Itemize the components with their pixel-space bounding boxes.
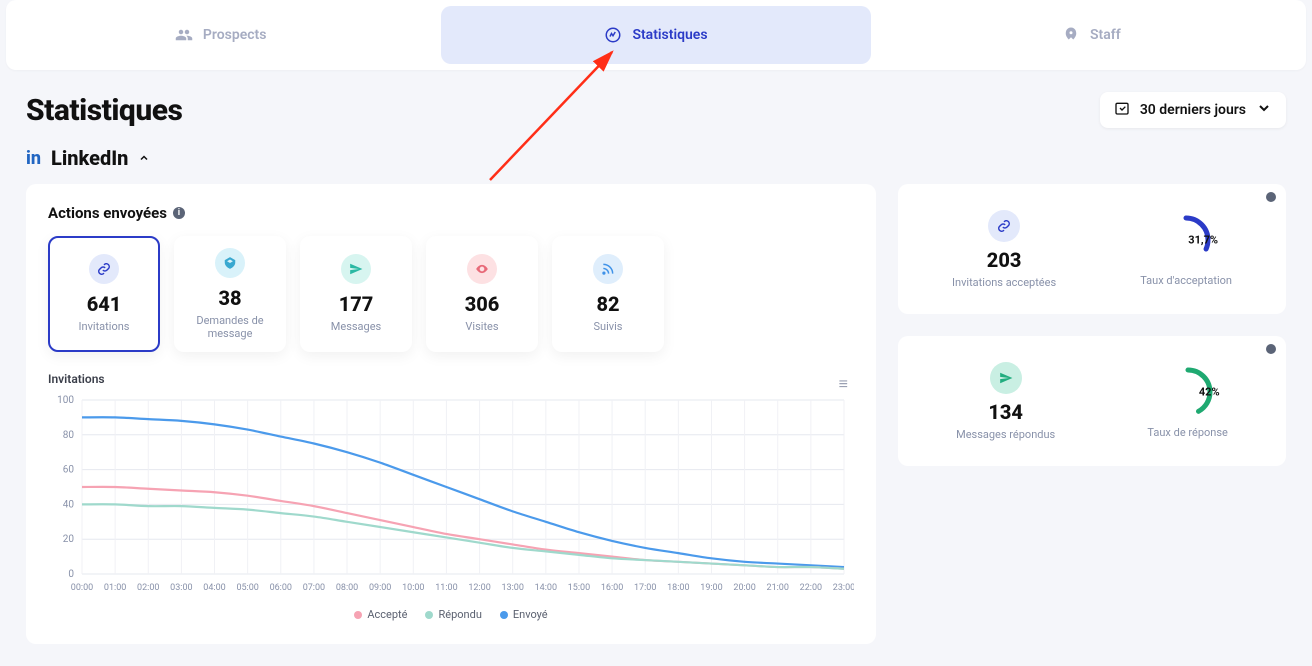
- date-range-label: 30 derniers jours: [1140, 102, 1246, 118]
- stat-acceptance: 203 Invitations acceptées 31,7% Taux d'a…: [898, 184, 1286, 314]
- send-icon: [990, 362, 1022, 394]
- chart-area: ≡ 02040608010000:0001:0002:0003:0004:000…: [48, 394, 854, 624]
- stat-value: 134: [988, 400, 1023, 424]
- card-label: Suivis: [594, 320, 623, 333]
- svg-text:11:00: 11:00: [435, 583, 457, 593]
- top-tabs: Prospects Statistiques Staff: [6, 0, 1306, 70]
- acceptance-gauge: 31,7%: [1158, 212, 1214, 268]
- svg-text:06:00: 06:00: [270, 583, 292, 593]
- svg-text:23:00: 23:00: [833, 583, 854, 593]
- card-invitations[interactable]: 641 Invitations: [48, 236, 160, 352]
- card-messages[interactable]: 177 Messages: [300, 236, 412, 352]
- calendar-forward-icon: [1114, 100, 1130, 120]
- card-value: 306: [465, 292, 500, 316]
- gauge-label: Taux d'acceptation: [1140, 274, 1232, 287]
- info-icon[interactable]: [1266, 192, 1276, 202]
- card-value: 38: [218, 286, 241, 310]
- page-title: Statistiques: [26, 93, 182, 128]
- svg-text:15:00: 15:00: [568, 583, 590, 593]
- svg-text:14:00: 14:00: [535, 583, 557, 593]
- svg-text:16:00: 16:00: [601, 583, 623, 593]
- gauge-label: Taux de réponse: [1147, 426, 1227, 439]
- chart-legend: Accepté Répondu Envoyé: [48, 598, 854, 621]
- stat-response: 134 Messages répondus 42% Taux de répons…: [898, 336, 1286, 466]
- svg-text:09:00: 09:00: [369, 583, 391, 593]
- inbox-icon: [215, 248, 245, 278]
- legend-responded: Répondu: [425, 608, 481, 621]
- svg-text:80: 80: [63, 430, 75, 441]
- svg-text:02:00: 02:00: [137, 583, 159, 593]
- svg-text:08:00: 08:00: [336, 583, 358, 593]
- tab-label: Staff: [1090, 27, 1121, 43]
- legend-sent: Envoyé: [500, 608, 548, 621]
- section-title: LinkedIn: [51, 146, 128, 170]
- analytics-icon: [604, 26, 622, 44]
- legend-accepted: Accepté: [354, 608, 407, 621]
- chevron-down-icon: [1256, 100, 1272, 120]
- svg-text:19:00: 19:00: [700, 583, 722, 593]
- card-label: Visites: [465, 320, 498, 333]
- svg-text:40: 40: [63, 499, 75, 510]
- line-chart: 0 20 40 60 80 100 00:00 01:00 02:00 03:00 04:00 05:…: [48, 394, 854, 594]
- rss-icon: [593, 254, 623, 284]
- svg-text:03:00: 03:00: [170, 583, 192, 593]
- response-gauge: 42%: [1160, 364, 1216, 420]
- card-label: Invitations: [79, 320, 130, 333]
- info-icon[interactable]: [1266, 344, 1276, 354]
- people-icon: [175, 26, 193, 44]
- chart-menu-icon[interactable]: ≡: [839, 374, 848, 394]
- card-label: Demandes de message: [174, 314, 286, 340]
- svg-text:20: 20: [63, 534, 75, 545]
- card-value: 641: [87, 292, 122, 316]
- chart-title: Invitations: [48, 372, 854, 386]
- card-visites[interactable]: 306 Visites: [426, 236, 538, 352]
- tab-statistiques[interactable]: Statistiques: [441, 6, 870, 64]
- card-value: 177: [339, 292, 374, 316]
- svg-text:00:00: 00:00: [71, 583, 93, 593]
- svg-text:07:00: 07:00: [303, 583, 325, 593]
- card-suivis[interactable]: 82 Suivis: [552, 236, 664, 352]
- info-icon[interactable]: i: [173, 207, 185, 219]
- stat-label: Invitations acceptées: [952, 276, 1056, 289]
- svg-text:18:00: 18:00: [667, 583, 689, 593]
- svg-text:04:00: 04:00: [203, 583, 225, 593]
- card-label: Messages: [331, 320, 381, 333]
- linkedin-icon: in: [26, 148, 41, 169]
- tab-label: Statistiques: [632, 27, 707, 43]
- stat-label: Messages répondus: [956, 428, 1055, 441]
- tab-staff[interactable]: Staff: [877, 0, 1306, 70]
- svg-text:100: 100: [57, 395, 74, 406]
- svg-text:22:00: 22:00: [800, 583, 822, 593]
- svg-text:13:00: 13:00: [501, 583, 523, 593]
- link-icon: [988, 210, 1020, 242]
- svg-text:05:00: 05:00: [236, 583, 258, 593]
- panel-title: Actions envoyées: [48, 204, 167, 222]
- tab-label: Prospects: [203, 27, 267, 43]
- card-value: 82: [596, 292, 619, 316]
- svg-text:10:00: 10:00: [402, 583, 424, 593]
- send-icon: [341, 254, 371, 284]
- actions-panel: Actions envoyées i 641 Invitations 38 De: [26, 184, 876, 644]
- svg-text:17:00: 17:00: [634, 583, 656, 593]
- svg-text:0: 0: [68, 569, 74, 580]
- date-range-select[interactable]: 30 derniers jours: [1100, 92, 1286, 128]
- svg-text:01:00: 01:00: [104, 583, 126, 593]
- chevron-up-icon: [138, 149, 150, 168]
- rocket-icon: [1062, 26, 1080, 44]
- gauge-value: 42%: [1199, 385, 1220, 398]
- svg-text:60: 60: [63, 465, 75, 476]
- tab-prospects[interactable]: Prospects: [6, 0, 435, 70]
- gauge-value: 31,7%: [1188, 233, 1218, 246]
- stat-value: 203: [987, 248, 1022, 272]
- section-header[interactable]: in LinkedIn: [26, 146, 1286, 170]
- link-icon: [89, 254, 119, 284]
- eye-icon: [467, 254, 497, 284]
- card-demandes[interactable]: 38 Demandes de message: [174, 236, 286, 352]
- svg-text:20:00: 20:00: [733, 583, 755, 593]
- svg-text:21:00: 21:00: [767, 583, 789, 593]
- svg-text:12:00: 12:00: [468, 583, 490, 593]
